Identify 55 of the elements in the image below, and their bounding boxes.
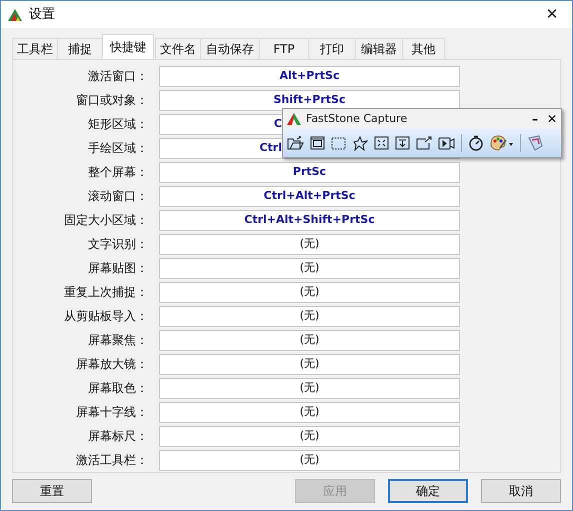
hotkey-field[interactable]: Shift+PrtSc <box>159 90 460 110</box>
hotkey-field[interactable]: (无) <box>159 354 460 374</box>
hotkey-label: 屏幕标尺： <box>87 428 148 445</box>
window-icon[interactable] <box>310 136 325 150</box>
dialog-button[interactable]: 确定 <box>388 478 468 502</box>
tab[interactable]: 工具栏 <box>12 38 58 60</box>
scroll-capture-icon[interactable] <box>395 136 410 150</box>
tab[interactable]: 快捷键 <box>102 34 154 59</box>
open-folder-icon[interactable] <box>287 136 304 150</box>
dialog-button[interactable]: 重置 <box>12 478 92 502</box>
hotkey-label: 屏幕十字线： <box>75 404 148 421</box>
hotkey-field[interactable]: (无) <box>159 402 460 422</box>
app-logo-icon <box>286 112 302 126</box>
minimize-button[interactable]: – <box>527 113 543 125</box>
toolbar-title: FastStone Capture <box>306 110 408 127</box>
hotkey-label: 屏幕贴图： <box>87 260 148 277</box>
hotkey-field[interactable]: (无) <box>159 234 460 254</box>
hotkey-label: 滚动窗口： <box>87 188 148 205</box>
hotkey-field[interactable]: (无) <box>159 258 460 278</box>
hotkey-field[interactable]: (无) <box>159 282 460 302</box>
hotkey-field[interactable]: Alt+PrtSc <box>159 66 460 86</box>
hotkey-label: 屏幕放大镜： <box>75 356 148 373</box>
hotkey-label: 重复上次捕捉： <box>63 284 148 301</box>
window-export-icon[interactable] <box>416 136 432 150</box>
hotkey-field[interactable]: (无) <box>159 426 460 446</box>
hotkey-label: 固定大小区域： <box>63 212 148 229</box>
hotkey-label: 整个屏幕： <box>87 164 148 181</box>
tab[interactable]: 文件名 <box>155 38 201 60</box>
hotkey-label: 窗口或对象： <box>75 92 148 109</box>
timer-icon[interactable] <box>468 135 484 151</box>
hotkey-field[interactable]: Ctrl+Alt+Shift+PrtSc <box>159 210 460 230</box>
hotkey-label: 矩形区域： <box>87 116 148 133</box>
window-title: 设置 <box>29 6 55 24</box>
hotkey-field[interactable]: (无) <box>159 306 460 326</box>
hotkey-label: 文字识别： <box>87 236 148 253</box>
tab[interactable]: 其他 <box>402 38 445 60</box>
hotkey-field[interactable]: (无) <box>159 378 460 398</box>
close-button[interactable]: ✕ <box>543 113 561 125</box>
hotkey-label: 手绘区域： <box>87 140 148 157</box>
hotkey-label: 从剪贴板导入： <box>63 308 148 325</box>
hotkey-label: 屏幕取色： <box>87 380 148 397</box>
hotkey-label: 激活工具栏： <box>75 452 148 469</box>
rectangle-select-icon[interactable] <box>331 136 346 150</box>
fullscreen-icon[interactable] <box>374 136 389 150</box>
hotkey-field[interactable]: PrtSc <box>159 162 460 182</box>
hotkey-label: 激活窗口： <box>87 68 148 85</box>
hotkey-field[interactable]: (无) <box>159 450 460 470</box>
palette-dropdown-icon[interactable] <box>490 135 514 151</box>
dialog-button[interactable]: 取消 <box>481 478 561 502</box>
hotkey-label: 屏幕聚焦： <box>87 332 148 349</box>
close-button[interactable]: ✕ <box>532 1 572 28</box>
app-logo-icon <box>7 6 23 22</box>
hotkey-field[interactable]: Ctrl+Alt+PrtSc <box>159 186 460 206</box>
video-camera-icon[interactable] <box>438 136 455 150</box>
hotkey-field[interactable]: (无) <box>159 330 460 350</box>
